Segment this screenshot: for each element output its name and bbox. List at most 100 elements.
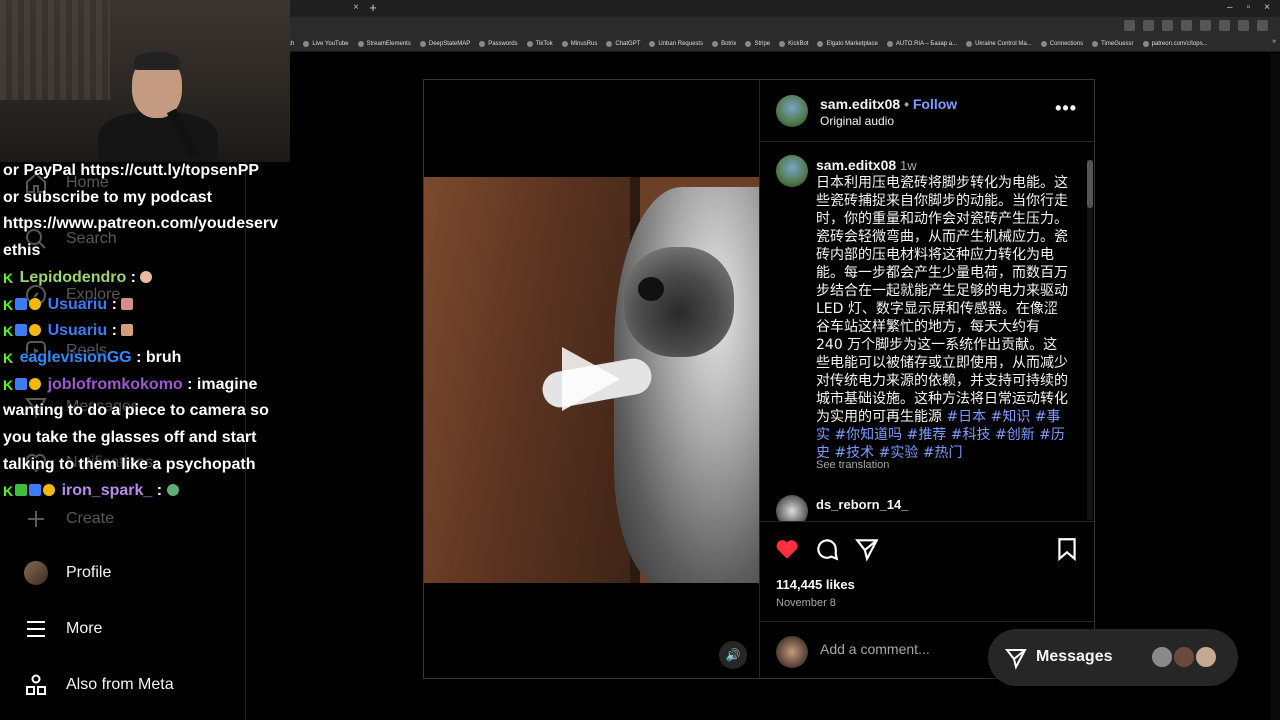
caption-username[interactable]: sam.editx08 <box>816 157 896 173</box>
caption-text: 日本利用压电瓷砖将脚步转化为电能。这些瓷砖捕捉来自你脚步的动能。当你行走时，你的… <box>816 175 1068 461</box>
profile-icon[interactable] <box>1238 20 1249 31</box>
bookmark-item[interactable]: Botrix <box>712 40 736 47</box>
chat-message: K joblofromkokomo : imagine <box>3 372 298 399</box>
see-translation-link[interactable]: See translation <box>816 459 889 471</box>
extension-icon[interactable] <box>1219 20 1230 31</box>
avatar <box>1150 645 1174 669</box>
page-scrollbar[interactable] <box>1270 53 1280 720</box>
send-icon <box>855 539 879 562</box>
sub-badge-icon <box>15 297 28 310</box>
reel-video[interactable] <box>424 177 759 583</box>
caption-scrollbar[interactable] <box>1087 160 1093 520</box>
bookmark-item[interactable]: StreamElements <box>357 40 411 47</box>
bookmark-item[interactable]: patreon.com/c/tops... <box>1142 40 1208 47</box>
bookmark-icon <box>1040 40 1047 47</box>
author-username[interactable]: sam.editx08 <box>820 96 900 112</box>
share-icon[interactable] <box>1162 20 1173 31</box>
hamburger-icon <box>24 617 48 641</box>
star-icon[interactable] <box>1181 20 1192 31</box>
bookmark-icon <box>303 40 310 47</box>
post-panel: sam.editx08 • Follow Original audio ••• … <box>759 80 1095 678</box>
sidebar-item-label: Create <box>66 510 115 527</box>
emote-icon <box>121 324 134 337</box>
chat-username: Lepidodendro <box>19 268 127 286</box>
comment-input[interactable]: Add a comment... <box>820 641 930 657</box>
bookmark-item[interactable]: ChatGPT <box>606 40 640 47</box>
comment-username[interactable]: ds_reborn_14_ <box>816 497 909 512</box>
author-avatar[interactable] <box>776 155 808 187</box>
extension-icon[interactable] <box>1200 20 1211 31</box>
gift-badge-icon <box>29 324 42 337</box>
share-button[interactable] <box>854 536 880 562</box>
emote-icon <box>121 297 134 310</box>
bookmark-icon <box>479 40 486 47</box>
stream-chat-overlay: or PayPal https://cutt.ly/topsenPP or su… <box>3 158 298 505</box>
bookmark-item[interactable]: Ukraine Control Ma... <box>966 40 1032 47</box>
send-icon <box>1004 649 1027 670</box>
sidebar-item-profile[interactable]: Profile <box>24 553 224 593</box>
menu-icon[interactable] <box>1257 20 1268 31</box>
close-window-button[interactable]: × <box>1264 2 1270 13</box>
avatar <box>1194 645 1218 669</box>
play-icon[interactable] <box>562 347 620 411</box>
new-tab-button[interactable]: + <box>366 0 380 16</box>
extension-icon[interactable] <box>1124 20 1135 31</box>
bookmark-icon <box>526 40 533 47</box>
sidebar-item-more[interactable]: More <box>24 609 224 649</box>
bookmark-item[interactable]: Connections <box>1040 40 1083 47</box>
zoom-icon[interactable] <box>1143 20 1154 31</box>
bookmark-item[interactable]: Unban Requests <box>649 40 703 47</box>
emote-icon <box>166 484 179 497</box>
sidebar-item-also-from-meta[interactable]: Also from Meta <box>24 665 224 705</box>
post-media: 🔊 <box>424 80 759 678</box>
tab-close-button[interactable]: × <box>350 2 362 14</box>
commenter-avatar[interactable] <box>776 495 808 521</box>
sub-badge-icon <box>15 377 28 390</box>
chat-message: K eaglevisionGG : bruh <box>3 345 298 372</box>
more-options-button[interactable]: ••• <box>1055 98 1077 119</box>
likes-count[interactable]: 114,445 likes <box>776 577 855 592</box>
chat-username: Usuariu <box>47 295 108 313</box>
bookmarks-overflow[interactable]: » <box>1272 38 1276 45</box>
audio-link[interactable]: Original audio <box>820 114 894 128</box>
grid-icon <box>24 673 48 697</box>
messages-pill[interactable]: Messages <box>988 629 1238 686</box>
kick-badge-icon: K <box>3 323 14 340</box>
sidebar-item-label: Also from Meta <box>66 676 174 693</box>
bookmark-item[interactable]: Stripe <box>745 40 770 47</box>
sub-badge-icon <box>29 484 42 497</box>
bookmark-item[interactable]: Live YouTube <box>303 40 349 47</box>
sidebar-item-label: More <box>66 620 103 637</box>
webcam-overlay <box>0 0 290 162</box>
bookmark-item[interactable]: Passwords <box>479 40 518 47</box>
like-button[interactable] <box>774 536 800 562</box>
minimize-button[interactable]: – <box>1227 2 1233 13</box>
plus-icon <box>24 507 48 531</box>
maximize-button[interactable]: ▫ <box>1247 2 1251 13</box>
bookmark-item[interactable]: TikTok <box>526 40 553 47</box>
author-avatar[interactable] <box>776 95 808 127</box>
comment-button[interactable] <box>814 536 840 562</box>
bookmark-item[interactable]: AUTO.RIA – Базар а... <box>886 40 957 47</box>
bookmark-icon <box>745 40 752 47</box>
chat-line: talking to them like a psychopath <box>3 455 256 473</box>
bookmark-item[interactable]: KickBot <box>779 40 808 47</box>
bookmark-item[interactable]: DeepStateMAP <box>419 40 470 47</box>
follow-button[interactable]: Follow <box>913 96 957 112</box>
verified-badge-icon <box>15 484 28 497</box>
audio-toggle-button[interactable]: 🔊 <box>719 641 747 669</box>
avatar <box>776 636 808 668</box>
chat-line: https://www.patreon.com/youdeserv <box>3 215 279 233</box>
bookmark-item[interactable]: MinusRus <box>561 40 597 47</box>
bookmark-item[interactable]: TimeGuessr <box>1092 40 1134 47</box>
comment-icon <box>817 539 839 561</box>
messages-label: Messages <box>1036 648 1113 665</box>
gift-badge-icon <box>29 297 42 310</box>
save-button[interactable] <box>1054 536 1080 562</box>
bookmark-icon <box>1058 538 1076 562</box>
gift-badge-icon <box>29 377 42 390</box>
chat-line: you take the glasses off and start <box>3 429 257 447</box>
post-modal: 🔊 sam.editx08 • Follow Original audio ••… <box>423 79 1095 679</box>
bookmark-item[interactable]: Elgato Marketplace <box>817 40 878 47</box>
post-header: sam.editx08 • Follow Original audio ••• <box>760 80 1095 142</box>
